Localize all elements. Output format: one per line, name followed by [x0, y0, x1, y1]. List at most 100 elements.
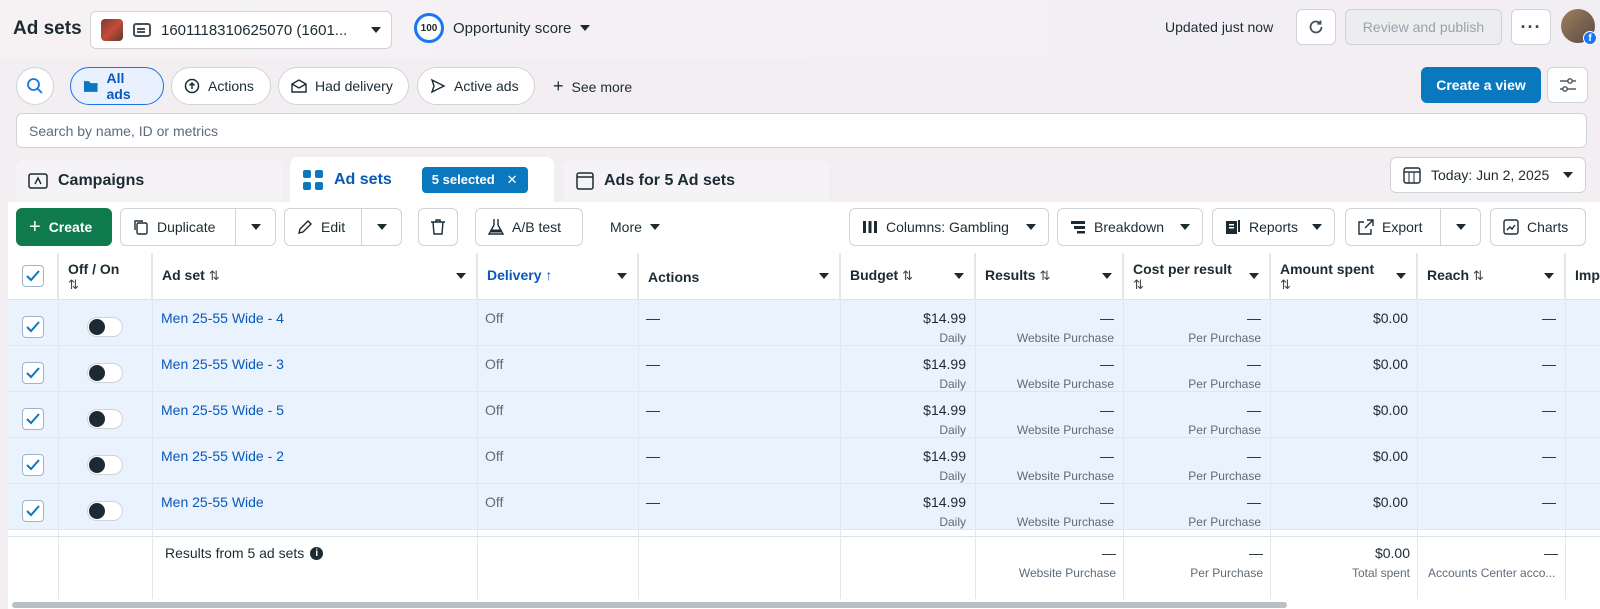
export-dropdown[interactable]	[1441, 208, 1481, 246]
info-icon[interactable]: i	[310, 546, 324, 560]
account-selector[interactable]: 1601118310625070 (1601...	[90, 11, 392, 49]
chevron-down-icon	[649, 224, 660, 230]
ad-set-name-link[interactable]: Men 25-55 Wide - 4	[161, 310, 284, 326]
sort-icon[interactable]: ⇅	[1039, 268, 1050, 283]
chevron-down-icon[interactable]	[617, 273, 627, 279]
chevron-down-icon[interactable]	[1249, 273, 1259, 279]
select-all-checkbox[interactable]	[22, 265, 44, 287]
header-budget[interactable]: Budget ⇅	[840, 253, 975, 300]
sort-icon[interactable]: ⇅	[902, 268, 913, 283]
row-checkbox[interactable]	[22, 408, 44, 430]
header-amount-spent[interactable]: Amount spent ⇅	[1270, 253, 1417, 300]
tab-campaigns[interactable]: Campaigns	[16, 160, 282, 202]
reports-button[interactable]: Reports	[1212, 208, 1335, 246]
ab-test-button[interactable]: A/B test	[475, 208, 583, 246]
cpr-type: Per Purchase	[1188, 331, 1261, 345]
search-input[interactable]: Search by name, ID or metrics	[16, 113, 1587, 148]
sort-icon[interactable]: ⇅	[209, 268, 220, 283]
summary-label: Results from 5 ad sets i	[165, 545, 324, 561]
filter-all-ads[interactable]: All ads	[70, 67, 164, 105]
header-reach[interactable]: Reach ⇅	[1417, 253, 1565, 300]
selected-chip[interactable]: 5 selected ✕	[421, 166, 528, 193]
horizontal-scrollbar[interactable]	[12, 602, 1287, 608]
sort-icon[interactable]: ⇅	[1473, 268, 1484, 283]
header-impressions[interactable]: Imp	[1565, 253, 1600, 300]
date-range-picker[interactable]: Today: Jun 2, 2025	[1390, 157, 1586, 193]
edit-dropdown[interactable]	[362, 208, 402, 246]
create-view-button[interactable]: Create a view	[1421, 67, 1541, 103]
sort-icon[interactable]: ⇅	[1133, 277, 1259, 293]
header-cost-per-result[interactable]: Cost per result ⇅	[1123, 253, 1270, 300]
tab-ad-sets[interactable]: Ad sets 5 selected ✕	[290, 157, 554, 202]
delete-button[interactable]	[418, 208, 458, 246]
ad-set-name-link[interactable]: Men 25-55 Wide - 3	[161, 356, 284, 372]
status-toggle[interactable]	[87, 363, 123, 383]
sort-icon[interactable]: ⇅	[68, 277, 141, 293]
header-actions[interactable]: Actions	[638, 253, 840, 300]
status-toggle[interactable]	[87, 455, 123, 475]
ad-set-name-link[interactable]: Men 25-55 Wide - 5	[161, 402, 284, 418]
chevron-down-icon[interactable]	[1544, 273, 1554, 279]
ad-set-name-link[interactable]: Men 25-55 Wide - 2	[161, 448, 284, 464]
see-more-button[interactable]: + See more	[553, 76, 632, 97]
status-toggle[interactable]	[87, 409, 123, 429]
breakdown-button[interactable]: Breakdown	[1057, 208, 1203, 246]
row-checkbox[interactable]	[22, 362, 44, 384]
header-results[interactable]: Results ⇅	[975, 253, 1123, 300]
review-publish-button[interactable]: Review and publish	[1345, 9, 1502, 45]
search-button[interactable]	[16, 67, 54, 105]
create-button[interactable]: + Create	[16, 208, 112, 246]
charts-button[interactable]: Charts	[1490, 208, 1586, 246]
chevron-down-icon	[371, 27, 381, 33]
summary-reach-type: Accounts Center acco...	[1428, 566, 1556, 580]
header-delivery[interactable]: Delivery ↑	[477, 253, 638, 300]
more-options-button[interactable]: ···	[1511, 9, 1551, 45]
row-checkbox[interactable]	[22, 500, 44, 522]
calendar-icon	[1403, 167, 1421, 184]
sort-ascending-icon[interactable]: ↑	[545, 267, 552, 283]
status-toggle[interactable]	[87, 501, 123, 521]
chevron-down-icon[interactable]	[954, 273, 964, 279]
page-title: Ad sets	[13, 18, 82, 39]
actions-value: —	[646, 402, 660, 418]
close-icon[interactable]: ✕	[507, 172, 518, 188]
columns-button[interactable]: Columns: Gambling	[849, 208, 1049, 246]
budget-type: Daily	[939, 423, 966, 437]
filter-actions[interactable]: Actions	[171, 67, 271, 105]
duplicate-dropdown[interactable]	[236, 208, 276, 246]
check-icon	[26, 505, 40, 517]
results-type: Website Purchase	[1016, 423, 1114, 437]
edit-button[interactable]: Edit	[284, 208, 362, 246]
chevron-down-icon[interactable]	[456, 273, 466, 279]
cpr-type: Per Purchase	[1188, 515, 1261, 529]
duplicate-button[interactable]: Duplicate	[120, 208, 236, 246]
row-checkbox[interactable]	[22, 316, 44, 338]
chevron-down-icon[interactable]	[1102, 273, 1112, 279]
results-value: —	[1100, 402, 1114, 418]
reach-value: —	[1542, 356, 1556, 372]
tab-ads[interactable]: Ads for 5 Ad sets	[564, 160, 829, 202]
chevron-down-icon[interactable]	[819, 273, 829, 279]
facebook-badge-icon: f	[1583, 31, 1597, 45]
more-button[interactable]: More	[597, 208, 675, 246]
folder-icon	[83, 81, 98, 92]
spent-value: $0.00	[1372, 494, 1408, 510]
ad-set-name-link[interactable]: Men 25-55 Wide	[161, 494, 264, 510]
chevron-down-icon	[1312, 224, 1322, 230]
send-icon	[430, 78, 446, 94]
chevron-down-icon[interactable]	[1396, 273, 1406, 279]
status-toggle[interactable]	[87, 317, 123, 337]
row-checkbox[interactable]	[22, 454, 44, 476]
view-settings-button[interactable]	[1547, 67, 1588, 103]
header-ad-set[interactable]: Ad set ⇅	[152, 253, 477, 300]
opportunity-score[interactable]: 100 Opportunity score	[414, 13, 591, 43]
filter-active-ads[interactable]: Active ads	[417, 67, 535, 105]
pencil-icon	[298, 220, 312, 234]
refresh-button[interactable]	[1296, 9, 1336, 45]
ad-page-icon	[576, 172, 594, 190]
sort-icon[interactable]: ⇅	[1280, 277, 1406, 293]
breakdown-icon	[1071, 221, 1085, 234]
header-off-on[interactable]: Off / On ⇅	[58, 253, 152, 300]
export-button[interactable]: Export	[1345, 208, 1441, 246]
filter-had-delivery[interactable]: Had delivery	[278, 67, 409, 105]
